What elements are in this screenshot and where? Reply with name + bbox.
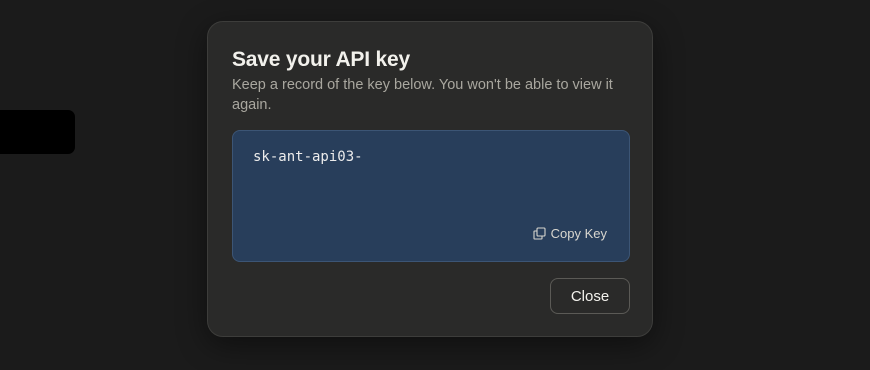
copy-key-label: Copy Key [550, 226, 607, 241]
background-element [0, 110, 75, 154]
dialog-description: Keep a record of the key below. You won'… [232, 77, 613, 113]
close-button[interactable]: Close [550, 278, 630, 314]
api-key-box: sk-ant-api03- Copy Key [232, 130, 630, 262]
api-key-value[interactable]: sk-ant-api03- [253, 149, 363, 165]
copy-icon [533, 227, 546, 240]
api-key-dialog: Save your API key Keep a record of the k… [207, 21, 653, 337]
dialog-title: Save your API key [232, 48, 410, 71]
copy-key-button[interactable]: Copy Key [533, 226, 607, 241]
